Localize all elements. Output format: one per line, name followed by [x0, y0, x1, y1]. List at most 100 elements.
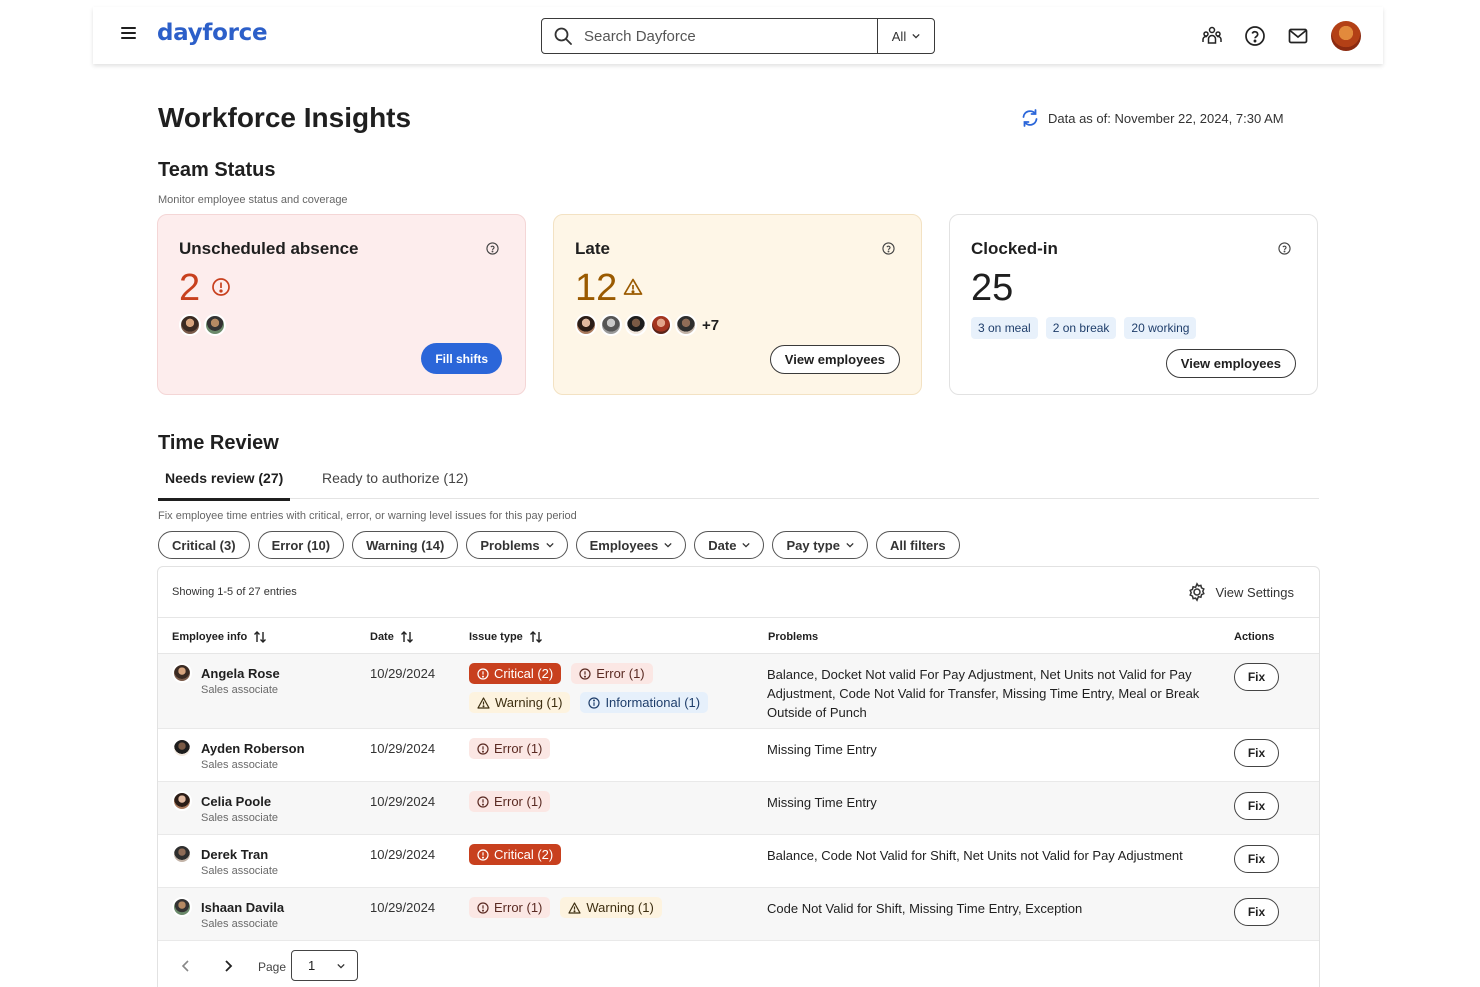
sort-icon[interactable] [253, 631, 267, 643]
error-badge: Error (1) [469, 897, 551, 918]
on-meal-chip: 3 on meal [971, 317, 1038, 339]
card-title: Unscheduled absence [179, 239, 359, 258]
dayforce-logo[interactable]: dayforce [157, 20, 268, 46]
fix-button[interactable]: Fix [1234, 898, 1279, 926]
search-scope-dropdown[interactable]: All [877, 19, 934, 53]
employee-avatar[interactable] [600, 314, 622, 336]
badge-label: Critical (2) [494, 666, 554, 681]
employee-avatar[interactable] [172, 663, 192, 683]
fill-shifts-button[interactable]: Fill shifts [421, 343, 502, 374]
time-review-tabs: Needs review (27) Ready to authorize (12… [158, 466, 1319, 501]
time-review-description: Fix employee time entries with critical,… [158, 510, 577, 522]
chevron-down-icon [664, 542, 672, 548]
employee-avatar[interactable] [575, 314, 597, 336]
employee-avatar[interactable] [650, 314, 672, 336]
table-header: Employee info Date Issue type Problems A… [158, 617, 1319, 654]
page-label: Page [258, 960, 287, 974]
team-icon[interactable] [1200, 24, 1224, 48]
page-value: 1 [308, 958, 316, 973]
critical-badge: Critical (2) [469, 844, 562, 865]
filter-employees[interactable]: Employees [575, 531, 687, 559]
column-label: Actions [1234, 631, 1275, 643]
unscheduled-absence-card: Unscheduled absence 2 Fill shifts [157, 214, 526, 395]
table-row: Ayden Roberson Sales associate 10/29/202… [158, 729, 1319, 782]
refresh-icon[interactable] [1020, 108, 1040, 128]
filter-label: Problems [480, 537, 540, 553]
tab-needs-review[interactable]: Needs review (27) [158, 470, 291, 501]
alert-circle-icon [477, 901, 489, 914]
employee-avatar[interactable] [675, 314, 697, 336]
fix-button[interactable]: Fix [1234, 663, 1279, 691]
data-timestamp: Data as of: November 22, 2024, 7:30 AM [1020, 108, 1284, 128]
view-settings-button[interactable]: View Settings [1187, 582, 1294, 602]
error-badge: Error (1) [571, 663, 653, 684]
filter-pay-type[interactable]: Pay type [772, 531, 868, 559]
column-date[interactable]: Date [370, 631, 414, 643]
sort-icon[interactable] [400, 631, 414, 643]
table-row: Celia Poole Sales associate 10/29/2024 E… [158, 782, 1319, 835]
search-bar: All [541, 18, 935, 54]
help-icon[interactable] [1278, 242, 1291, 255]
top-navigation-bar: dayforce All [93, 7, 1383, 64]
chevron-left-icon[interactable] [180, 959, 192, 973]
help-icon[interactable] [486, 242, 499, 255]
filter-label: All filters [889, 537, 946, 553]
filter-date[interactable]: Date [694, 531, 765, 559]
help-icon[interactable] [882, 242, 895, 255]
employee-avatar[interactable] [172, 791, 192, 811]
view-employees-button[interactable]: View employees [769, 345, 900, 374]
sort-icon[interactable] [529, 631, 543, 643]
employee-name[interactable]: Celia Poole [201, 794, 271, 809]
warning-badge: Warning (1) [469, 692, 571, 713]
filter-all-filters[interactable]: All filters [875, 531, 960, 559]
employee-avatar[interactable] [204, 314, 226, 336]
employee-name[interactable]: Angela Rose [201, 666, 280, 681]
employee-name[interactable]: Ayden Roberson [201, 741, 305, 756]
chevron-right-icon[interactable] [222, 959, 234, 973]
employee-avatar[interactable] [172, 844, 192, 864]
fix-button[interactable]: Fix [1234, 792, 1279, 820]
employee-avatar[interactable] [179, 314, 201, 336]
more-avatars-count[interactable]: +7 [702, 317, 719, 334]
employee-avatar[interactable] [172, 738, 192, 758]
menu-icon[interactable] [121, 27, 136, 39]
problems-text: Missing Time Entry [767, 795, 877, 810]
employee-avatar[interactable] [625, 314, 647, 336]
chevron-down-icon [545, 542, 554, 548]
alert-circle-icon [212, 278, 230, 296]
issue-badges: Error (1) Warning (1) [469, 897, 724, 918]
fix-button[interactable]: Fix [1234, 739, 1279, 767]
badge-label: Error (1) [494, 741, 543, 756]
critical-badge: Critical (2) [469, 663, 562, 684]
badge-label: Error (1) [494, 900, 543, 915]
fix-button[interactable]: Fix [1234, 845, 1279, 873]
tab-ready-to-authorize[interactable]: Ready to authorize (12) [315, 470, 475, 498]
column-employee-info[interactable]: Employee info [172, 631, 267, 643]
filter-problems[interactable]: Problems [466, 531, 568, 559]
column-actions: Actions [1234, 631, 1274, 643]
mail-icon[interactable] [1286, 24, 1310, 48]
column-issue-type[interactable]: Issue type [469, 631, 543, 643]
employee-name[interactable]: Derek Tran [201, 847, 268, 862]
employee-name[interactable]: Ishaan Davila [201, 900, 284, 915]
employee-avatar[interactable] [172, 897, 192, 917]
search-icon [554, 27, 572, 45]
issue-badges: Error (1) [469, 791, 724, 812]
card-title: Clocked-in [971, 239, 1058, 258]
view-employees-button[interactable]: View employees [1165, 349, 1296, 378]
filter-warning[interactable]: Warning (14) [352, 531, 459, 559]
absent-employee-avatars [179, 314, 229, 336]
problems-text: Balance, Docket Not valid For Pay Adjust… [767, 667, 1200, 720]
pagination: Page 1 [158, 947, 1319, 987]
view-settings-label: View Settings [1215, 584, 1294, 600]
search-input[interactable] [584, 27, 864, 45]
help-icon[interactable] [1243, 24, 1267, 48]
filter-error[interactable]: Error (10) [257, 531, 345, 559]
warning-icon [568, 901, 581, 914]
entry-date: 10/29/2024 [370, 900, 436, 915]
user-avatar[interactable] [1331, 20, 1361, 51]
column-label: Employee info [172, 631, 248, 643]
issue-badges: Critical (2) Error (1) Warning (1) Infor… [469, 663, 724, 713]
page-select[interactable]: 1 [291, 950, 358, 981]
filter-critical[interactable]: Critical (3) [158, 531, 250, 559]
